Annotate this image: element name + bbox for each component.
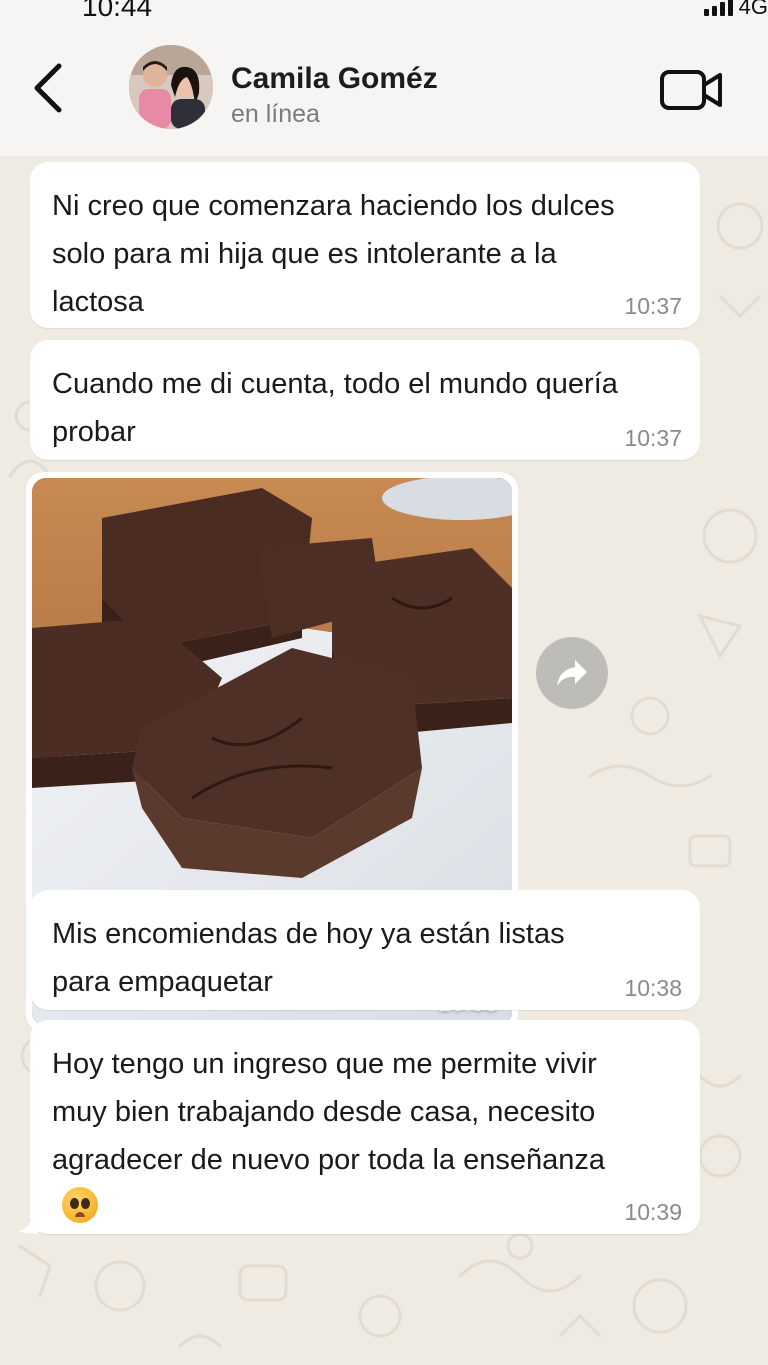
message-bubble[interactable]: Ni creo que comenzara haciendo los dulce…: [30, 162, 700, 328]
forward-button[interactable]: [536, 637, 608, 709]
message-bubble[interactable]: Hoy tengo un ingreso que me permite vivi…: [30, 1020, 700, 1234]
bubble-tail: [18, 1214, 38, 1234]
chat-area[interactable]: Ni creo que comenzara haciendo los dulce…: [0, 156, 768, 1365]
video-camera-icon: [660, 70, 722, 110]
forward-arrow-icon: [557, 660, 587, 686]
contact-name[interactable]: Camila Goméz: [231, 62, 438, 96]
signal-icon: [703, 0, 733, 16]
message-time: 10:37: [624, 293, 682, 319]
message-text: Ni creo que comenzara haciendo los dulce…: [52, 190, 615, 318]
avatar[interactable]: [129, 45, 213, 129]
message-time: 10:38: [624, 975, 682, 1001]
message-text: Hoy tengo un ingreso que me permite vivi…: [52, 1040, 678, 1232]
video-call-button[interactable]: [658, 66, 724, 114]
message-text: Cuando me di cuenta, todo el mundo querí…: [52, 368, 618, 448]
back-button[interactable]: [26, 58, 70, 118]
contact-status: en línea: [231, 100, 320, 128]
message-text: Mis encomiendas de hoy ya están listas p…: [52, 918, 565, 998]
chat-header: Camila Goméz en línea: [0, 22, 768, 156]
pleading-face-emoji: [62, 1187, 98, 1223]
status-bar: 10:44 4G: [0, 0, 768, 22]
chevron-left-icon: [34, 63, 62, 113]
avatar-photo: [129, 45, 213, 129]
message-time: 10:37: [624, 425, 682, 451]
message-bubble[interactable]: Cuando me di cuenta, todo el mundo querí…: [30, 340, 700, 460]
message-bubble[interactable]: Mis encomiendas de hoy ya están listas p…: [30, 890, 700, 1010]
message-time: 10:39: [624, 1199, 682, 1225]
network-type: 4G: [738, 0, 768, 19]
message-text-content: Hoy tengo un ingreso que me permite vivi…: [52, 1048, 606, 1176]
status-indicators: 4G: [703, 0, 768, 19]
status-time: 10:44: [82, 0, 153, 22]
